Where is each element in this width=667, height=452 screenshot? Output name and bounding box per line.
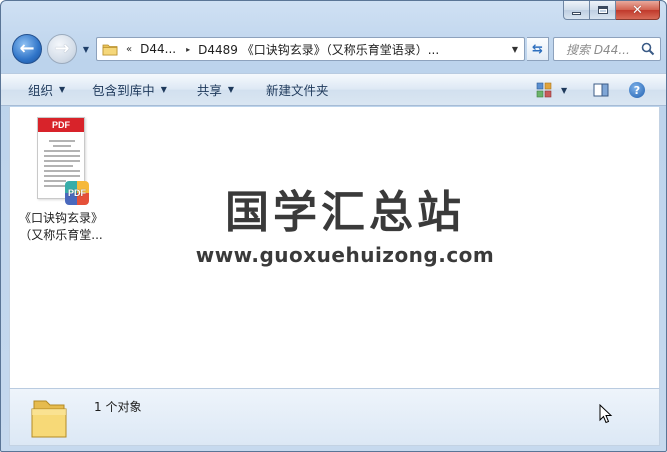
pdf-banner: PDF [38, 118, 84, 132]
address-dropdown-button[interactable]: ▼ [506, 38, 524, 60]
chevron-down-icon: ▼ [59, 85, 66, 94]
details-pane: 1 个对象 [9, 388, 660, 446]
help-icon[interactable]: ? [629, 82, 645, 98]
views-dropdown-icon[interactable]: ▼ [561, 86, 567, 95]
search-icon [641, 42, 655, 56]
help-label: ? [633, 83, 641, 97]
search-input[interactable]: 搜索 D44... [566, 41, 630, 58]
new-folder-label: 新建文件夹 [266, 83, 329, 98]
close-icon: ✕ [632, 2, 643, 18]
pdf-reader-badge-icon: PDF [65, 181, 89, 205]
chevron-down-icon: ▼ [160, 85, 167, 94]
breadcrumb-separator-icon[interactable]: ▸ [186, 45, 190, 54]
change-view-icon[interactable] [536, 82, 552, 98]
chevron-down-icon: ▼ [511, 44, 519, 54]
chevron-down-icon: ▼ [227, 85, 235, 94]
item-count: 1 个对象 [94, 400, 142, 414]
caption-buttons: ✕ [563, 1, 660, 21]
folder-icon [31, 400, 67, 438]
share-menu[interactable]: 共享 ▼ [197, 74, 234, 105]
folder-icon [102, 44, 118, 56]
chevron-down-icon: ▼ [82, 44, 90, 54]
refresh-button[interactable]: ⇆ [527, 37, 549, 61]
watermark-url: www.guoxuehuizong.com [195, 243, 495, 267]
maximize-button[interactable] [590, 1, 616, 20]
file-item[interactable]: PDF PDF 《口诀钩玄录》 （又称乐育堂... [10, 111, 112, 246]
minimize-icon [572, 11, 581, 15]
overflow-chevron-icon[interactable]: « [126, 44, 132, 55]
recent-pages-dropdown[interactable]: ▼ [80, 43, 92, 55]
forward-button[interactable]: → [47, 34, 77, 64]
new-folder-button[interactable]: 新建文件夹 [266, 74, 329, 105]
include-in-library-menu[interactable]: 包含到库中 ▼ [92, 74, 167, 105]
file-list-area[interactable]: PDF PDF 《口诀钩玄录》 （又称乐育堂... 国学汇总站 www.guox… [9, 107, 660, 388]
breadcrumb-current[interactable]: D4489 《口诀钩玄录》（又称乐育堂语录）... [198, 41, 439, 58]
search-box[interactable]: 搜索 D44... [553, 37, 661, 61]
file-name[interactable]: 《口诀钩玄录》 （又称乐育堂... [10, 210, 112, 244]
close-button[interactable]: ✕ [616, 1, 660, 20]
breadcrumb-parent[interactable]: D44... [140, 42, 176, 56]
watermark-title: 国学汇总站 [225, 187, 465, 238]
minimize-button[interactable] [563, 1, 590, 20]
refresh-icon: ⇆ [532, 41, 543, 57]
explorer-window: ✕ ← → ▼ « D44... ▸ D4489 《口诀钩玄录》（又称乐育堂语录… [0, 0, 667, 452]
mouse-pointer-icon [599, 404, 613, 424]
back-arrow-icon: ← [19, 38, 35, 59]
back-button[interactable]: ← [12, 34, 42, 64]
address-bar[interactable]: « D44... ▸ D4489 《口诀钩玄录》（又称乐育堂语录）... ▼ [96, 37, 525, 61]
organize-label: 组织 [28, 83, 54, 98]
file-name-line-1: 《口诀钩玄录》 [18, 211, 103, 225]
file-name-line-2: （又称乐育堂... [19, 228, 103, 242]
preview-pane-icon[interactable] [593, 82, 609, 98]
share-label: 共享 [196, 83, 222, 98]
pdf-badge-label: PDF [68, 188, 86, 198]
maximize-icon [597, 6, 608, 14]
forward-arrow-icon: → [54, 38, 70, 59]
include-in-library-label: 包含到库中 [92, 83, 155, 98]
command-toolbar: 组织 ▼ 包含到库中 ▼ 共享 ▼ 新建文件夹 ▼ ? [1, 73, 666, 106]
organize-menu[interactable]: 组织 ▼ [28, 74, 65, 105]
watermark: 国学汇总站 www.guoxuehuizong.com [195, 185, 495, 267]
navigation-bar: ← → ▼ « D44... ▸ D4489 《口诀钩玄录》（又称乐育堂语录）.… [1, 29, 666, 69]
